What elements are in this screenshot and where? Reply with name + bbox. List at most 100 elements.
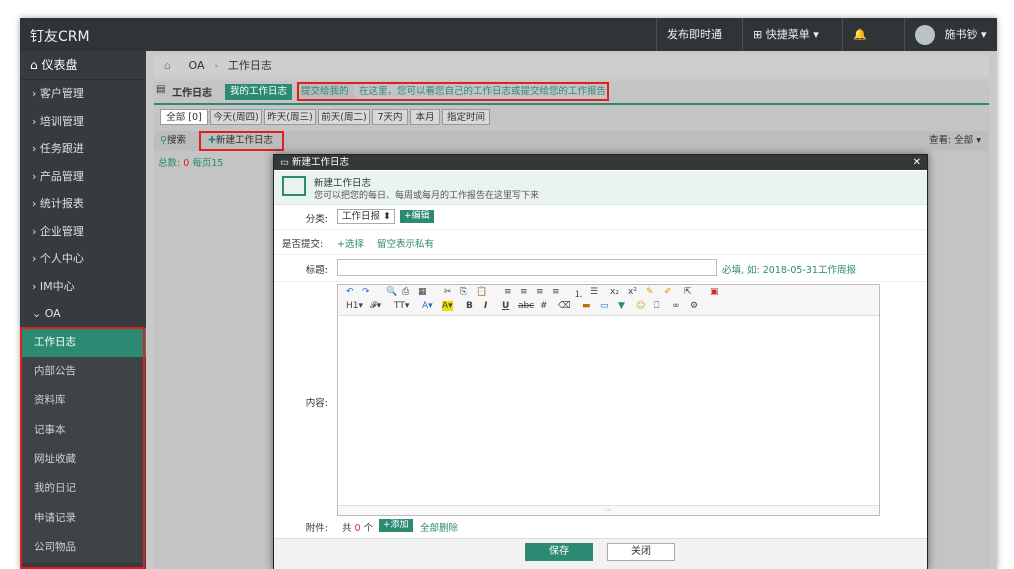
home-icon[interactable]: ⌂ (164, 59, 171, 72)
filter-yesterday[interactable]: 昨天(周三) (264, 109, 316, 125)
sidebar-item-customers[interactable]: › 客户管理 (20, 80, 146, 108)
per-page: 每页15 (192, 158, 224, 169)
sidebar-item-label: 统计报表 (39, 197, 84, 210)
redo-icon[interactable]: ↷ (362, 287, 370, 297)
unlink-icon[interactable]: ⚙ (690, 301, 698, 311)
sidebar-sub-diary[interactable]: 我的日记 (20, 474, 146, 504)
save-button[interactable]: 保存 (525, 543, 593, 561)
tab-my-logs[interactable]: 我的工作日志 (225, 84, 293, 100)
filter-7days[interactable]: 7天内 (372, 109, 408, 125)
image-icon[interactable]: ▬ (582, 301, 591, 311)
cut-icon[interactable]: ✂ (444, 287, 452, 297)
panel-title: 工作日志 (172, 88, 212, 99)
sidebar-sub-notice[interactable]: 内部公告 (20, 356, 146, 387)
view-filter[interactable]: 查看: 全部 ▾ (929, 131, 981, 151)
link-icon[interactable]: ∞ (672, 301, 680, 311)
close-button[interactable]: 关闭 (607, 543, 675, 561)
select-all-icon[interactable]: ⇱ (684, 287, 692, 297)
preview-icon[interactable]: 🔍 (386, 287, 397, 297)
total-count: 总数: 0 每页15 (158, 155, 223, 169)
font-size-icon[interactable]: TT▾ (394, 301, 409, 311)
font-family-icon[interactable]: 𝓕▾ (370, 301, 381, 311)
notify-button[interactable]: 发布即时通知 (656, 18, 742, 74)
category-select[interactable]: 工作日报 ⬍ (337, 209, 395, 224)
notifications-button[interactable]: 🔔 20 (842, 18, 904, 76)
sidebar-sub-label: 申请记录 (34, 511, 76, 524)
insert-icon[interactable]: ▼ (618, 301, 625, 311)
close-icon[interactable]: ✕ (913, 155, 921, 170)
breadcrumb-root[interactable]: OA (188, 59, 204, 72)
underline-icon[interactable]: U (502, 301, 509, 311)
sidebar-item-personal[interactable]: › 个人中心 (20, 245, 146, 273)
sidebar-item-training[interactable]: › 培训管理 (20, 108, 146, 136)
italic-icon[interactable]: I (484, 301, 487, 311)
paste-icon[interactable]: 📋 (476, 287, 487, 297)
template-icon[interactable]: ▦ (418, 287, 427, 297)
table-icon[interactable]: # (540, 301, 548, 311)
avatar (915, 25, 935, 45)
sidebar-sub-assets[interactable]: 公司物品 (20, 533, 146, 563)
heading-icon[interactable]: H1▾ (346, 301, 363, 311)
sidebar-item-im[interactable]: › IM中心 (20, 273, 146, 301)
editor-resize-handle[interactable]: ⋯ (338, 505, 879, 515)
attach-suffix: 个 (363, 523, 374, 534)
copy-icon[interactable]: ⎘ (460, 287, 467, 297)
sidebar-item-tasks[interactable]: › 任务跟进 (20, 135, 146, 163)
list-icon: ▤ (156, 84, 166, 95)
align-left-icon[interactable]: ≡ (504, 287, 512, 297)
sidebar-sub-label: 我的日记 (34, 482, 76, 495)
source-icon[interactable]: ▣ (710, 287, 719, 297)
add-attachment-button[interactable]: +添加 (379, 519, 413, 532)
subscript-icon[interactable]: x₂ (610, 287, 619, 297)
sidebar-sub-worklog[interactable]: 工作日志 (20, 327, 146, 357)
new-log-button[interactable]: ✚新建工作日志 (208, 131, 273, 151)
align-center-icon[interactable]: ≡ (520, 287, 528, 297)
dialog-titlebar: ▭ 新建工作日志 ✕ (274, 155, 927, 170)
sidebar-item-label: OA (44, 307, 61, 320)
page-break-icon[interactable]: ⎕ (654, 301, 659, 311)
caret-down-icon: ▾ (813, 28, 819, 41)
bullet-list-icon[interactable]: ☰ (590, 287, 598, 297)
media-icon[interactable]: ▭ (600, 301, 609, 311)
clear-format-icon[interactable]: ✎ (646, 287, 654, 297)
tab-submitted-to-me[interactable]: 提交给我的 (296, 84, 354, 100)
filter-today[interactable]: 今天(周四) (210, 109, 262, 125)
filter-custom[interactable]: 指定时间 (442, 109, 490, 125)
eraser-icon[interactable]: ⌫ (558, 301, 571, 311)
search-button[interactable]: ⚲搜索 (160, 131, 186, 151)
select-recipient-link[interactable]: +选择 (337, 236, 364, 250)
filter-day-before[interactable]: 前天(周二) (318, 109, 370, 125)
sidebar-sub-bookmarks[interactable]: 网址收藏 (20, 445, 146, 475)
editor-body[interactable] (338, 316, 879, 504)
sidebar-item-oa[interactable]: ⌄ OA (20, 300, 146, 328)
filter-all[interactable]: 全部 [0] (160, 109, 208, 125)
filter-label: 指定时间 (446, 112, 485, 123)
sidebar-item-dashboard[interactable]: ⌂ 仪表盘 (20, 51, 146, 80)
ordered-list-icon[interactable]: ⒈ (574, 287, 583, 300)
emoji-icon[interactable]: ☺ (636, 301, 645, 311)
align-justify-icon[interactable]: ≡ (552, 287, 560, 297)
filter-month[interactable]: 本月 (410, 109, 440, 125)
bold-icon[interactable]: B (466, 301, 473, 311)
brand-logo[interactable]: 钉友CRM (30, 26, 90, 46)
sidebar-sub-library[interactable]: 资料库 (20, 386, 146, 416)
delete-all-link[interactable]: 全部删除 (420, 520, 458, 534)
user-menu[interactable]: 施书钞 ▾ (904, 18, 997, 51)
undo-icon[interactable]: ↶ (346, 287, 354, 297)
sidebar-item-enterprise[interactable]: › 企业管理 (20, 218, 146, 246)
strikethrough-icon[interactable]: abc (518, 301, 534, 311)
quick-menu-button[interactable]: ⊞ 快捷菜单 ▾ (742, 18, 842, 51)
sidebar-item-products[interactable]: › 产品管理 (20, 163, 146, 191)
superscript-icon[interactable]: x² (628, 287, 637, 297)
align-right-icon[interactable]: ≡ (536, 287, 544, 297)
print-icon[interactable]: ⎙ (402, 287, 409, 297)
sidebar-item-reports[interactable]: › 统计报表 (20, 190, 146, 218)
title-input[interactable] (337, 259, 717, 276)
format-painter-icon[interactable]: ✐ (664, 287, 672, 297)
highlight-color-icon[interactable]: A▾ (442, 301, 453, 311)
edit-category-button[interactable]: +编辑 (400, 210, 434, 223)
sidebar-sub-requests[interactable]: 申请记录 (20, 503, 146, 534)
font-color-icon[interactable]: A▾ (422, 301, 433, 311)
sidebar-sub-notebook[interactable]: 记事本 (20, 415, 146, 446)
title-hint: 必填, 如: 2018-05-31工作周报 (722, 265, 856, 276)
